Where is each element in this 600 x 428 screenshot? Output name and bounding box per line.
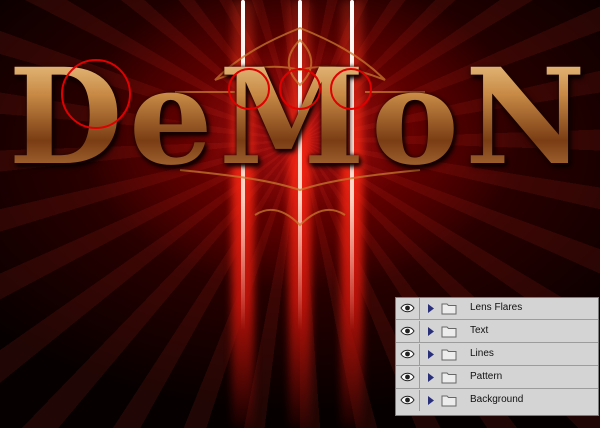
layers-panel: Lens Flares Text Lines Pattern Backgroun… <box>395 297 599 416</box>
layer-name: Background <box>470 394 524 405</box>
expand-triangle-icon[interactable] <box>427 395 435 406</box>
visibility-toggle[interactable] <box>396 298 420 319</box>
expand-triangle-icon[interactable] <box>427 326 435 337</box>
eye-icon <box>400 326 415 336</box>
folder-icon <box>441 372 457 384</box>
folder-icon <box>441 395 457 407</box>
highlight-circle-e <box>228 68 270 110</box>
highlight-circle-m <box>279 68 321 110</box>
layer-row-text[interactable]: Text <box>396 321 598 343</box>
layer-row-lens-flares[interactable]: Lens Flares <box>396 298 598 320</box>
highlight-circle-o <box>330 68 372 110</box>
visibility-toggle[interactable] <box>396 321 420 342</box>
highlight-circle-d <box>61 59 131 129</box>
expand-triangle-icon[interactable] <box>427 349 435 360</box>
expand-triangle-icon[interactable] <box>427 303 435 314</box>
visibility-toggle[interactable] <box>396 390 420 411</box>
layer-row-lines[interactable]: Lines <box>396 344 598 366</box>
layer-row-background[interactable]: Background <box>396 390 598 412</box>
visibility-toggle[interactable] <box>396 344 420 365</box>
layer-name: Lines <box>470 348 494 359</box>
folder-icon <box>441 349 457 361</box>
eye-icon <box>400 303 415 313</box>
eye-icon <box>400 349 415 359</box>
eye-icon <box>400 395 415 405</box>
folder-icon <box>441 326 457 338</box>
expand-triangle-icon[interactable] <box>427 372 435 383</box>
folder-icon <box>441 303 457 315</box>
layer-name: Pattern <box>470 371 503 382</box>
layer-row-pattern[interactable]: Pattern <box>396 367 598 389</box>
visibility-toggle[interactable] <box>396 367 420 388</box>
layer-name: Text <box>470 325 489 336</box>
layer-name: Lens Flares <box>470 302 523 313</box>
eye-icon <box>400 372 415 382</box>
